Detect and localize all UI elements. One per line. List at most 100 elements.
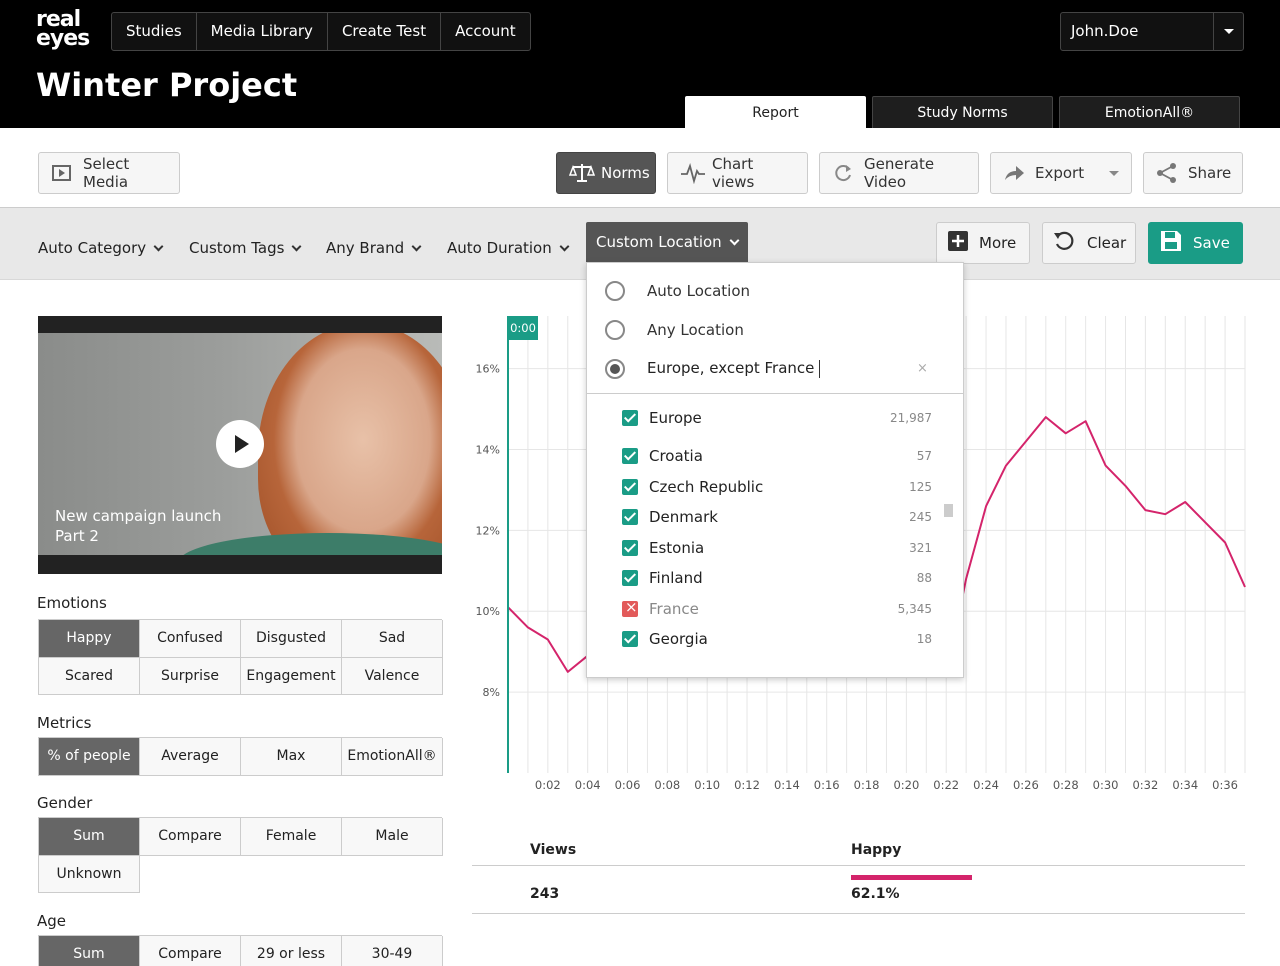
export-label: Export — [1035, 164, 1085, 182]
emotions-selector: Happy Confused Disgusted Sad Scared Surp… — [38, 619, 443, 695]
norms-label: Norms — [601, 164, 650, 182]
location-dropdown: Auto Location Any Location Europe, excep… — [586, 262, 964, 678]
share-button[interactable]: Share — [1143, 152, 1243, 194]
location-search-input[interactable]: Europe, except France — [647, 359, 820, 378]
page-title: Winter Project — [36, 66, 298, 104]
filter-any-brand[interactable]: Any Brand — [326, 230, 422, 266]
x-tick-label: 0:10 — [694, 778, 720, 792]
chevron-down-icon[interactable] — [1213, 13, 1243, 50]
filter-auto-duration[interactable]: Auto Duration — [447, 230, 570, 266]
realeyes-logo[interactable]: real eyes — [36, 9, 90, 50]
scrollbar[interactable] — [944, 504, 953, 517]
generate-video-button[interactable]: Generate Video — [819, 152, 979, 194]
checked-checkbox-icon[interactable] — [622, 479, 638, 495]
checked-checkbox-icon[interactable] — [622, 448, 638, 464]
app-header: real eyes Studies Media Library Create T… — [0, 0, 1280, 128]
country-name: Czech Republic — [649, 478, 764, 496]
age-option-sum[interactable]: Sum — [39, 936, 140, 966]
country-name: Georgia — [649, 630, 708, 648]
pulse-icon — [680, 162, 705, 185]
country-count: 88 — [916, 571, 932, 585]
nav-account[interactable]: Account — [441, 13, 530, 50]
y-tick-label: 12% — [476, 524, 500, 537]
emotion-option-confused[interactable]: Confused — [140, 620, 241, 658]
checked-checkbox-icon[interactable] — [622, 570, 638, 586]
age-option-compare[interactable]: Compare — [140, 936, 241, 966]
more-button[interactable]: More — [936, 222, 1030, 264]
radio-circle[interactable] — [605, 359, 625, 379]
metric-option-percent-people[interactable]: % of people — [39, 738, 140, 776]
video-player[interactable]: New campaign launch Part 2 — [38, 316, 442, 574]
radio-circle[interactable] — [605, 281, 625, 301]
country-item[interactable]: Denmark 245 — [622, 508, 932, 528]
gender-option-female[interactable]: Female — [241, 818, 342, 856]
gender-label: Gender — [37, 794, 93, 812]
country-name: France — [649, 600, 699, 618]
radio-custom-location[interactable] — [605, 357, 625, 381]
country-item[interactable]: Georgia 18 — [622, 630, 932, 650]
tab-study-norms[interactable]: Study Norms — [872, 96, 1053, 128]
country-count: 5,345 — [897, 602, 932, 616]
happy-header: Happy — [851, 842, 902, 858]
age-option-29-or-less[interactable]: 29 or less — [241, 936, 342, 966]
chart-views-button[interactable]: Chart views — [667, 152, 808, 194]
country-item[interactable]: Europe 21,987 — [622, 409, 932, 429]
nav-studies[interactable]: Studies — [112, 13, 197, 50]
radio-label: Any Location — [647, 321, 744, 339]
checked-checkbox-icon[interactable] — [622, 410, 638, 426]
x-tick-label: 0:18 — [854, 778, 880, 792]
gender-option-unknown[interactable]: Unknown — [39, 855, 140, 893]
emotion-option-happy[interactable]: Happy — [39, 620, 140, 658]
select-media-button[interactable]: Select Media — [38, 152, 180, 194]
views-header: Views — [530, 842, 577, 858]
country-item[interactable]: Estonia 321 — [622, 539, 932, 559]
emotion-option-valence[interactable]: Valence — [342, 657, 443, 695]
chevron-down-icon[interactable] — [1109, 171, 1119, 176]
filter-auto-category[interactable]: Auto Category — [38, 230, 164, 266]
gender-option-sum[interactable]: Sum — [39, 818, 140, 856]
close-icon[interactable]: × — [917, 361, 928, 376]
country-item[interactable]: Croatia 57 — [622, 447, 932, 467]
nav-media-library[interactable]: Media Library — [197, 13, 328, 50]
country-count: 21,987 — [890, 411, 932, 425]
emotion-option-sad[interactable]: Sad — [342, 620, 443, 658]
y-tick-label: 10% — [476, 605, 500, 618]
checked-checkbox-icon[interactable] — [622, 509, 638, 525]
tab-emotionall[interactable]: EmotionAll® — [1059, 96, 1240, 128]
age-option-30-49[interactable]: 30-49 — [342, 936, 443, 966]
metric-option-emotionall[interactable]: EmotionAll® — [342, 738, 443, 776]
radio-any-location[interactable]: Any Location — [605, 318, 744, 342]
excluded-checkbox-icon[interactable] — [622, 598, 638, 617]
country-count: 245 — [909, 510, 932, 524]
gender-option-compare[interactable]: Compare — [140, 818, 241, 856]
metric-option-max[interactable]: Max — [241, 738, 342, 776]
country-item[interactable]: Finland 88 — [622, 569, 932, 589]
x-tick-label: 0:34 — [1172, 778, 1198, 792]
export-button[interactable]: Export — [990, 152, 1132, 194]
radio-auto-location[interactable]: Auto Location — [605, 279, 750, 303]
filter-custom-location[interactable]: Custom Location — [586, 222, 748, 262]
checked-checkbox-icon[interactable] — [622, 540, 638, 556]
save-button[interactable]: Save — [1148, 222, 1243, 264]
media-icon — [51, 162, 73, 184]
tab-report[interactable]: Report — [685, 96, 866, 128]
plus-icon — [947, 230, 969, 256]
country-item[interactable]: France 5,345 — [622, 598, 932, 620]
filter-label: Any Brand — [326, 239, 405, 257]
emotion-option-scared[interactable]: Scared — [39, 657, 140, 695]
play-icon[interactable] — [216, 420, 264, 468]
clear-button[interactable]: Clear — [1042, 222, 1136, 264]
emotion-option-engagement[interactable]: Engagement — [241, 657, 342, 695]
emotion-option-surprise[interactable]: Surprise — [140, 657, 241, 695]
emotion-option-disgusted[interactable]: Disgusted — [241, 620, 342, 658]
metric-option-average[interactable]: Average — [140, 738, 241, 776]
filter-custom-tags[interactable]: Custom Tags — [189, 230, 302, 266]
nav-create-test[interactable]: Create Test — [328, 13, 442, 50]
norms-button[interactable]: Norms — [556, 152, 656, 194]
checked-checkbox-icon[interactable] — [622, 631, 638, 647]
gender-option-male[interactable]: Male — [342, 818, 443, 856]
country-item[interactable]: Czech Republic 125 — [622, 478, 932, 498]
divider — [587, 393, 963, 394]
radio-circle[interactable] — [605, 320, 625, 340]
user-menu[interactable]: John.Doe — [1060, 12, 1244, 51]
